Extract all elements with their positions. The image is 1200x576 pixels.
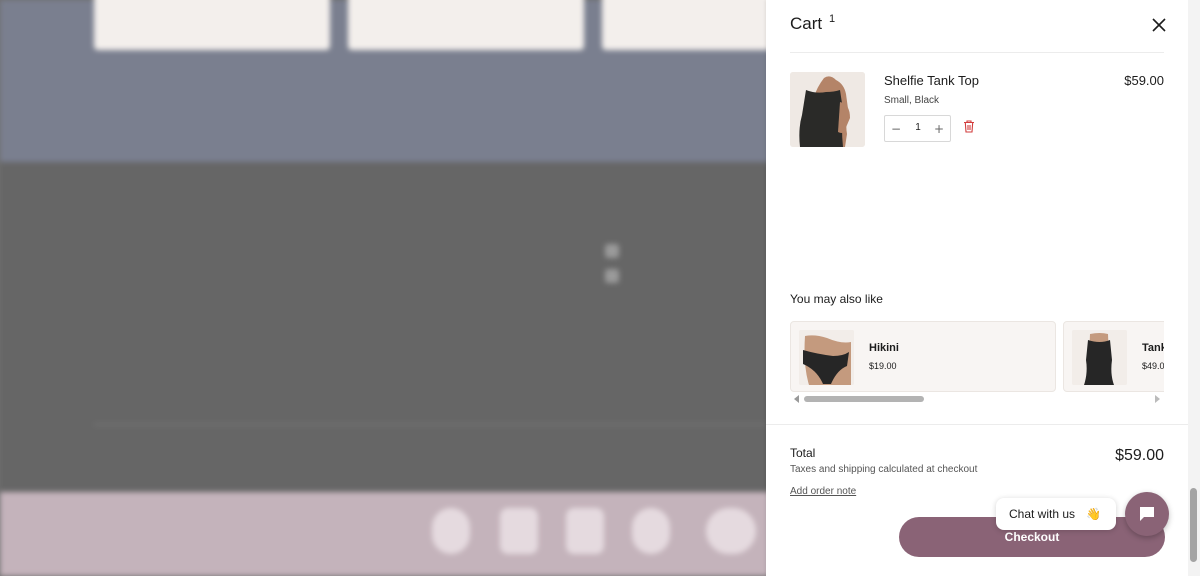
- upsell-product-name: Hikini: [869, 342, 899, 354]
- upsell-scrollbar-thumb[interactable]: [804, 396, 924, 402]
- upsell-heading: You may also like: [790, 292, 883, 306]
- bg-badge: [566, 508, 604, 554]
- upsell-scrollbar[interactable]: [790, 394, 1164, 404]
- cart-drawer: Cart 1 Shelfie Tank Top Small, Black $59…: [766, 0, 1188, 576]
- decrease-quantity-button[interactable]: −: [887, 120, 905, 138]
- wave-icon: 👋: [1086, 507, 1101, 521]
- bg-social-icon: [605, 244, 619, 258]
- upsell-product-price: $19.00: [869, 361, 897, 371]
- upsell-product-image: [1072, 330, 1127, 385]
- increase-quantity-button[interactable]: +: [930, 120, 948, 138]
- chat-invite[interactable]: Chat with us 👋: [996, 498, 1116, 530]
- chat-invite-label: Chat with us: [1009, 507, 1076, 521]
- bg-footer-divider: [94, 424, 766, 425]
- quantity-stepper: − 1 +: [884, 115, 951, 142]
- scroll-left-icon[interactable]: [794, 395, 799, 403]
- add-order-note-link[interactable]: Add order note: [790, 486, 856, 497]
- bg-badge: [432, 508, 470, 554]
- cart-item-name[interactable]: Shelfie Tank Top: [884, 73, 979, 88]
- upsell-product-price: $49.00: [1142, 361, 1164, 371]
- bg-badge: [632, 508, 670, 554]
- taxes-note: Taxes and shipping calculated at checkou…: [790, 464, 978, 475]
- cart-title: Cart: [790, 14, 823, 33]
- page-scrollbar[interactable]: [1188, 0, 1200, 576]
- cart-count: 1: [829, 13, 836, 25]
- header-divider: [790, 52, 1164, 53]
- product-image[interactable]: [790, 72, 865, 147]
- total-label: Total: [790, 446, 816, 460]
- bg-product-card: [94, 0, 330, 50]
- scroll-right-icon[interactable]: [1155, 395, 1160, 403]
- cart-item-variant: Small, Black: [884, 95, 940, 106]
- trash-icon[interactable]: [963, 120, 975, 133]
- chat-bubble-icon: [1140, 507, 1154, 521]
- upsell-card[interactable]: Tank $49.00: [1063, 321, 1164, 392]
- total-value: $59.00: [1115, 447, 1164, 464]
- chat-launcher-button[interactable]: [1125, 492, 1169, 536]
- upsell-product-image: [799, 330, 854, 385]
- close-icon[interactable]: [1150, 16, 1168, 34]
- bg-social-icon: [605, 269, 619, 283]
- upsell-card[interactable]: Hikini $19.00: [790, 321, 1056, 392]
- page-scrollbar-thumb[interactable]: [1190, 488, 1197, 562]
- quantity-value[interactable]: 1: [907, 122, 929, 133]
- upsell-carousel[interactable]: Hikini $19.00 Tank $49.00: [790, 320, 1164, 394]
- bg-badge: [500, 508, 538, 554]
- bg-product-card: [348, 0, 584, 50]
- cart-item-price: $59.00: [1124, 73, 1164, 88]
- upsell-product-name: Tank: [1142, 342, 1164, 354]
- bg-badge: [706, 508, 756, 554]
- summary-divider: [766, 424, 1188, 425]
